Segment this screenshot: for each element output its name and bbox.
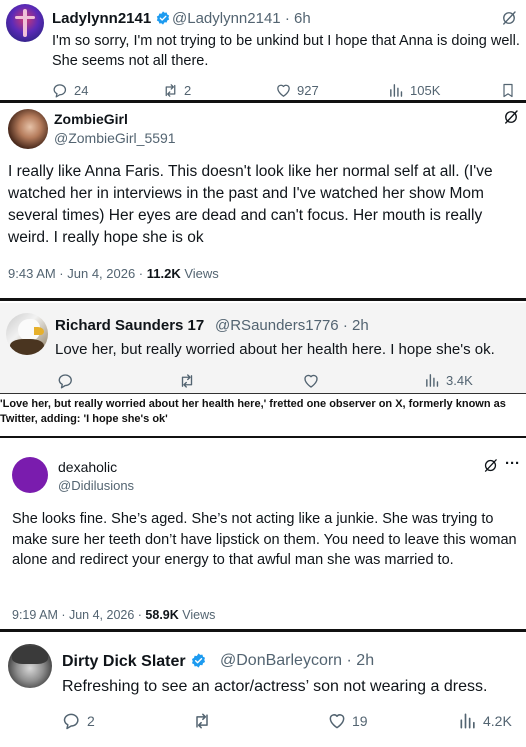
tweet-2[interactable]: ZombieGirl @ZombieGirl_5591 I really lik… bbox=[0, 103, 526, 295]
views-button[interactable]: 4.2K bbox=[458, 711, 512, 731]
views-button[interactable]: 105K bbox=[388, 82, 440, 99]
display-name[interactable]: Dirty Dick Slater bbox=[62, 652, 207, 671]
verified-badge-icon bbox=[155, 10, 171, 26]
timestamp[interactable]: · 2h bbox=[347, 652, 375, 669]
like-button[interactable]: 19 bbox=[327, 711, 368, 731]
figure-arms bbox=[15, 16, 35, 19]
retweet-icon bbox=[192, 711, 212, 731]
retweet-icon bbox=[178, 372, 196, 390]
hair bbox=[12, 646, 48, 664]
like-button[interactable] bbox=[302, 372, 325, 390]
tweet-4[interactable]: dexaholic @Didilusions ··· She looks fin… bbox=[0, 441, 526, 628]
figure-silhouette bbox=[23, 9, 27, 37]
handle[interactable]: @Ladylynn2141 bbox=[172, 10, 281, 27]
handle-and-time[interactable]: @Ladylynn2141 · 6h bbox=[172, 10, 311, 27]
divider bbox=[0, 436, 526, 438]
reply-count: 24 bbox=[74, 83, 89, 98]
like-count: 927 bbox=[297, 83, 319, 98]
tweet-1[interactable]: Ladylynn2141 @Ladylynn2141 · 6h I'm so s… bbox=[0, 0, 526, 100]
views-count: 3.4K bbox=[446, 373, 473, 388]
views-count: 11.2K bbox=[146, 266, 181, 281]
reply-button[interactable]: 24 bbox=[52, 82, 88, 99]
bookmark-button[interactable] bbox=[500, 82, 521, 99]
views-count: 58.9K bbox=[145, 608, 179, 622]
tweet-text: I'm so sorry, I'm not trying to be unkin… bbox=[52, 33, 520, 69]
tweet-text: Love her, but really worried about her h… bbox=[55, 341, 495, 358]
views-count: 105K bbox=[410, 83, 441, 98]
timestamp[interactable]: · 2h bbox=[343, 317, 369, 334]
retweet-count: 2 bbox=[184, 83, 192, 98]
grok-icon[interactable] bbox=[502, 108, 520, 126]
bookmark-icon bbox=[500, 82, 516, 99]
divider bbox=[0, 629, 526, 632]
reply-icon bbox=[57, 372, 75, 390]
heart-icon bbox=[327, 711, 347, 731]
eagle-body bbox=[10, 339, 44, 355]
retweet-icon bbox=[162, 82, 179, 99]
display-name[interactable]: Richard Saunders 17 bbox=[55, 317, 204, 334]
avatar[interactable] bbox=[12, 457, 48, 493]
reply-button[interactable] bbox=[57, 372, 80, 390]
like-button[interactable]: 927 bbox=[275, 82, 319, 99]
views-icon bbox=[458, 711, 478, 731]
verified-badge-icon bbox=[190, 652, 207, 669]
views-icon bbox=[424, 372, 441, 389]
avatar[interactable] bbox=[6, 4, 44, 42]
retweet-button[interactable] bbox=[192, 711, 217, 731]
divider bbox=[0, 298, 526, 301]
display-name[interactable]: Ladylynn2141 bbox=[52, 10, 171, 27]
eagle-beak bbox=[34, 327, 44, 335]
like-count: 19 bbox=[352, 713, 368, 729]
tweet-3[interactable]: Richard Saunders 17 @RSaunders1776 · 2h … bbox=[0, 303, 526, 393]
avatar[interactable] bbox=[6, 313, 48, 355]
reply-button[interactable]: 2 bbox=[62, 711, 95, 731]
retweet-button[interactable]: 2 bbox=[162, 82, 191, 99]
tweet-timestamp[interactable]: 9:19 AM · Jun 4, 2026 · 58.9K Views bbox=[12, 608, 215, 622]
tweet-text: Refreshing to see an actor/actress’ son … bbox=[62, 678, 488, 695]
handle[interactable]: @ZombieGirl_5591 bbox=[54, 130, 176, 146]
reply-count: 2 bbox=[87, 713, 95, 729]
avatar[interactable] bbox=[8, 109, 48, 149]
grok-icon[interactable] bbox=[482, 457, 499, 474]
heart-icon bbox=[275, 82, 292, 99]
handle[interactable]: @DonBarleycorn bbox=[220, 652, 342, 669]
handle-and-time[interactable]: @DonBarleycorn · 2h bbox=[220, 652, 374, 670]
handle-and-time[interactable]: @RSaunders1776 · 2h bbox=[215, 317, 369, 334]
more-options-button[interactable]: ··· bbox=[505, 455, 520, 472]
image-caption: 'Love her, but really worried about her … bbox=[0, 398, 506, 425]
handle[interactable]: @RSaunders1776 bbox=[215, 317, 339, 334]
views-count: 4.2K bbox=[483, 713, 512, 729]
tweet-5[interactable]: Dirty Dick Slater @DonBarleycorn · 2h Re… bbox=[0, 634, 526, 747]
views-icon bbox=[388, 82, 405, 99]
divider bbox=[0, 393, 526, 394]
display-name[interactable]: dexaholic bbox=[58, 459, 117, 475]
avatar[interactable] bbox=[8, 644, 52, 688]
reply-icon bbox=[62, 711, 82, 731]
reply-icon bbox=[52, 82, 69, 99]
tweet-text: She looks fine. She’s aged. She’s not ac… bbox=[12, 511, 517, 569]
timestamp[interactable]: · 6h bbox=[285, 10, 311, 27]
grok-icon[interactable] bbox=[500, 9, 518, 27]
tweet-text: I really like Anna Faris. This doesn't l… bbox=[8, 163, 493, 246]
tweet-timestamp[interactable]: 9:43 AM · Jun 4, 2026 · 11.2K Views bbox=[8, 266, 219, 281]
retweet-button[interactable] bbox=[178, 372, 201, 390]
handle[interactable]: @Didilusions bbox=[58, 478, 134, 493]
display-name[interactable]: ZombieGirl bbox=[54, 111, 128, 127]
heart-icon bbox=[302, 372, 320, 390]
views-button[interactable]: 3.4K bbox=[424, 372, 473, 389]
